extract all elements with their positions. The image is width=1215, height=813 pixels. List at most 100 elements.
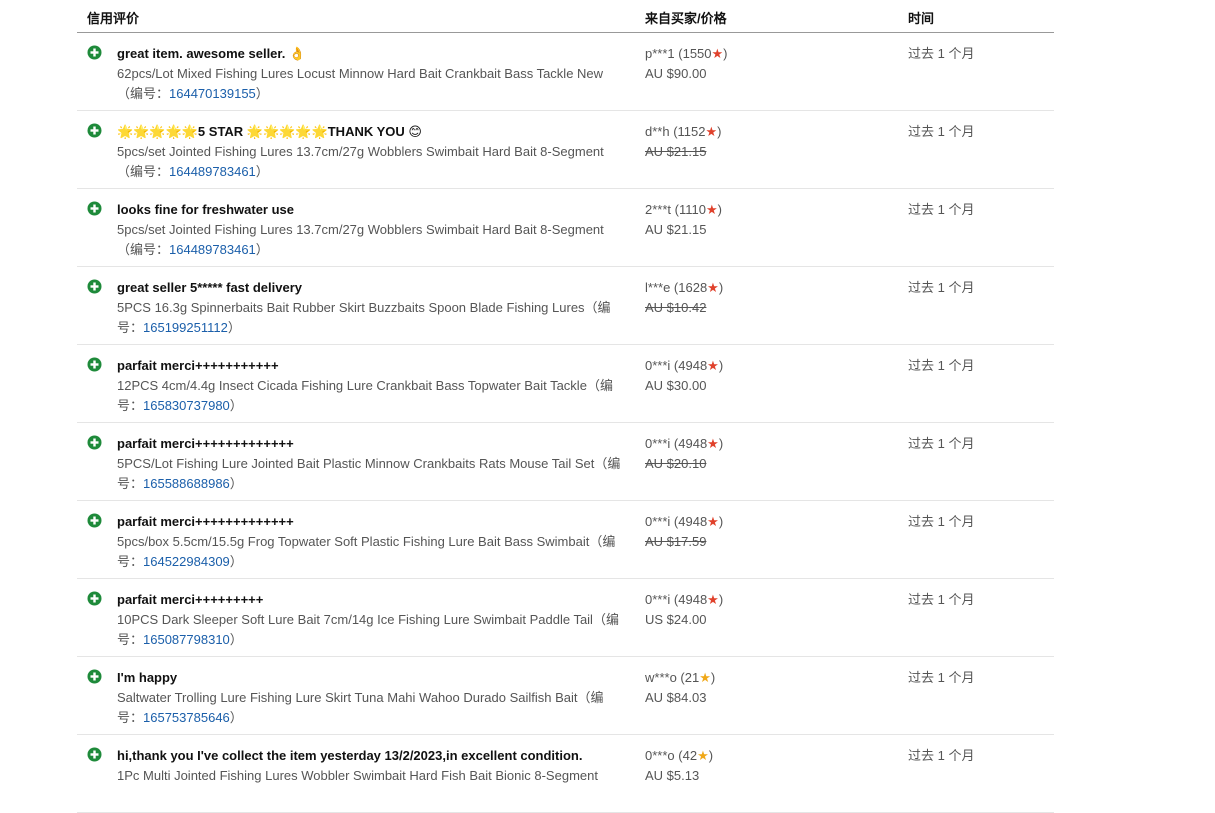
buyer-name: w***o [645,670,677,685]
item-title: 5PCS/Lot Fishing Lure Jointed Bait Plast… [117,456,595,471]
star-icon: ★ [697,748,709,763]
positive-feedback-icon [87,513,102,528]
item-number-link[interactable]: 165830737980 [143,398,230,413]
table-row: hi,thank you I've collect the item yeste… [77,735,1054,813]
buyer-price-cell: 2***t (1110★) AU $21.15 [645,200,885,240]
star-icon: ★ [707,592,719,607]
buyer-price-cell: w***o (21★) AU $84.03 [645,668,885,708]
feedback-cell: great item. awesome seller. 👌 62pcs/Lot M… [117,44,622,104]
star-icon: ★ [707,358,719,373]
item-title: 5pcs/set Jointed Fishing Lures 13.7cm/27… [117,144,604,159]
item-title: 5pcs/box 5.5cm/15.5g Frog Topwater Soft … [117,534,590,549]
item-number-link[interactable]: 165087798310 [143,632,230,647]
feedback-table: 信用评价 来自买家/价格 时间 great item. awesome sell… [77,0,1054,813]
table-row: I'm happy Saltwater Trolling Lure Fishing… [77,657,1054,735]
item-number-suffix: ） [229,554,243,569]
feedback-comment: parfait merci+++++++++ [117,592,264,607]
item-number-suffix: ） [229,476,243,491]
table-row: great item. awesome seller. 👌 62pcs/Lot M… [77,33,1054,111]
buyer-score: 1628 [678,280,708,295]
buyer-score: 42 [682,748,698,763]
buyer-price-cell: 0***i (4948★) US $24.00 [645,590,885,630]
item-number-link[interactable]: 165199251112 [143,320,228,335]
buyer-name: l***e [645,280,671,295]
item-price: US $24.00 [645,612,707,627]
buyer-price-cell: d**h (1152★) AU $21.15 [645,122,885,162]
item-title: 5pcs/set Jointed Fishing Lures 13.7cm/27… [117,222,604,237]
star-icon: ★ [707,436,719,451]
buyer-line: 0***i (4948★) [645,592,724,607]
feedback-comment: great seller 5***** fast delivery [117,280,302,295]
buyer-score: 4948 [678,358,708,373]
time-cell: 过去 1 个月 [908,124,975,139]
buyer-name: 0***i [645,514,671,529]
buyer-line: w***o (21★) [645,670,716,685]
item-number-link[interactable]: 165588688986 [143,476,230,491]
item-number-suffix: ） [229,398,243,413]
item-number-link[interactable]: 164489783461 [169,164,256,179]
item-title: 10PCS Dark Sleeper Soft Lure Bait 7cm/14… [117,612,593,627]
item-description: 5pcs/set Jointed Fishing Lures 13.7cm/27… [117,142,622,182]
buyer-line: 0***i (4948★) [645,358,724,373]
item-number-prefix: （编号： [117,164,170,179]
item-price: AU $21.15 [645,144,707,159]
item-number-suffix: ） [255,86,269,101]
item-title: 1Pc Multi Jointed Fishing Lures Wobbler … [117,768,598,783]
feedback-cell: great seller 5***** fast delivery 5PCS 16… [117,278,622,338]
positive-feedback-icon [87,435,102,450]
item-title: 12PCS 4cm/4.4g Insect Cicada Fishing Lur… [117,378,587,393]
buyer-score: 4948 [678,592,708,607]
item-description: 5pcs/set Jointed Fishing Lures 13.7cm/27… [117,220,622,260]
star-icon: ★ [711,46,724,61]
feedback-cell: I'm happy Saltwater Trolling Lure Fishing… [117,668,622,728]
buyer-line: l***e (1628★) [645,280,724,295]
buyer-score: 21 [684,670,700,685]
item-description: 5PCS 16.3g Spinnerbaits Bait Rubber Skir… [117,298,622,338]
feedback-comment: looks fine for freshwater use [117,202,294,217]
item-number-suffix: ） [229,710,243,725]
table-row: 🌟🌟🌟🌟🌟5 STAR 🌟🌟🌟🌟🌟THANK YOU 😊 5pcs/set Joi… [77,111,1054,189]
buyer-line: d**h (1152★) [645,124,722,139]
feedback-comment: parfait merci+++++++++++ [117,358,279,373]
buyer-score: 4948 [678,436,708,451]
feedback-cell: looks fine for freshwater use 5pcs/set Jo… [117,200,622,260]
item-number-link[interactable]: 164522984309 [143,554,230,569]
star-icon: ★ [705,124,718,139]
feedback-cell: hi,thank you I've collect the item yeste… [117,746,622,786]
buyer-name: 0***i [645,358,671,373]
item-price: AU $20.10 [645,456,707,471]
feedback-cell: parfait merci+++++++++ 10PCS Dark Sleeper… [117,590,622,650]
positive-feedback-icon [87,201,102,216]
item-description: Saltwater Trolling Lure Fishing Lure Ski… [117,688,622,728]
item-number-link[interactable]: 164470139155 [169,86,256,101]
star-icon: ★ [707,280,719,295]
time-cell: 过去 1 个月 [908,46,975,61]
item-description: 1Pc Multi Jointed Fishing Lures Wobbler … [117,766,622,786]
time-cell: 过去 1 个月 [908,514,975,529]
item-number-suffix: ） [255,164,269,179]
item-number-link[interactable]: 164489783461 [169,242,256,257]
item-price: AU $10.42 [645,300,707,315]
time-cell: 过去 1 个月 [908,202,975,217]
time-cell: 过去 1 个月 [908,436,975,451]
buyer-line: 2***t (1110★) [645,202,722,217]
star-icon: ★ [705,202,718,217]
buyer-score: 1110 [678,202,706,217]
item-description: 5PCS/Lot Fishing Lure Jointed Bait Plast… [117,454,622,494]
feedback-comment: 🌟🌟🌟🌟🌟5 STAR 🌟🌟🌟🌟🌟THANK YOU 😊 [117,124,422,139]
item-description: 62pcs/Lot Mixed Fishing Lures Locust Min… [117,64,622,104]
positive-feedback-icon [87,747,102,762]
feedback-comment: parfait merci+++++++++++++ [117,436,294,451]
feedback-comment: hi,thank you I've collect the item yeste… [117,748,583,763]
buyer-name: 0***i [645,592,671,607]
buyer-name: 2***t [645,202,672,217]
item-number-link[interactable]: 165753785646 [143,710,230,725]
feedback-comment: parfait merci+++++++++++++ [117,514,294,529]
item-number-suffix: ） [227,320,241,335]
buyer-line: 0***o (42★) [645,748,714,763]
time-cell: 过去 1 个月 [908,748,975,763]
buyer-price-cell: 0***i (4948★) AU $17.59 [645,512,885,552]
buyer-score: 1152 [677,124,706,139]
buyer-score: 1550 [682,46,712,61]
item-description: 5pcs/box 5.5cm/15.5g Frog Topwater Soft … [117,532,622,572]
